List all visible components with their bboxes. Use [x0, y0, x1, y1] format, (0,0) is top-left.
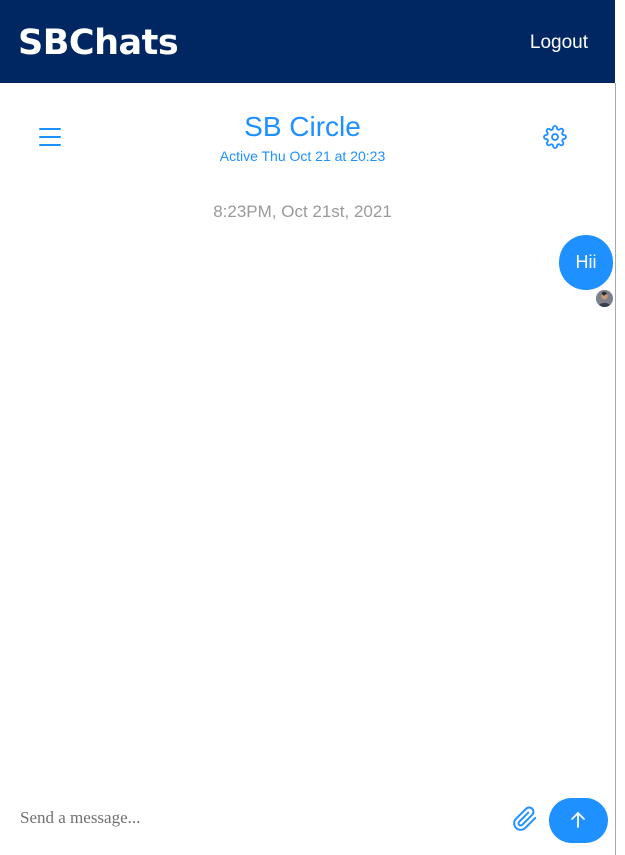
chat-status: Active Thu Oct 21 at 20:23 — [219, 148, 386, 164]
gear-icon[interactable] — [543, 125, 567, 149]
arrow-up-icon — [571, 812, 585, 828]
message-timestamp: 8:23PM, Oct 21st, 2021 — [213, 202, 392, 221]
top-navbar: SBChats Logout — [0, 0, 615, 83]
logout-button[interactable]: Logout — [530, 31, 588, 55]
chat-header: SB Circle Active Thu Oct 21 at 20:23 — [0, 83, 615, 183]
message-input[interactable] — [10, 801, 510, 835]
avatar — [596, 290, 613, 307]
paperclip-icon[interactable] — [512, 806, 538, 832]
right-border — [615, 83, 616, 855]
brand-logo[interactable]: SBChats — [18, 20, 179, 66]
chat-title: SB Circle — [244, 111, 361, 142]
send-button[interactable] — [549, 798, 608, 843]
message-composer — [0, 795, 615, 855]
message-bubble-sent[interactable]: Hii — [559, 235, 613, 290]
